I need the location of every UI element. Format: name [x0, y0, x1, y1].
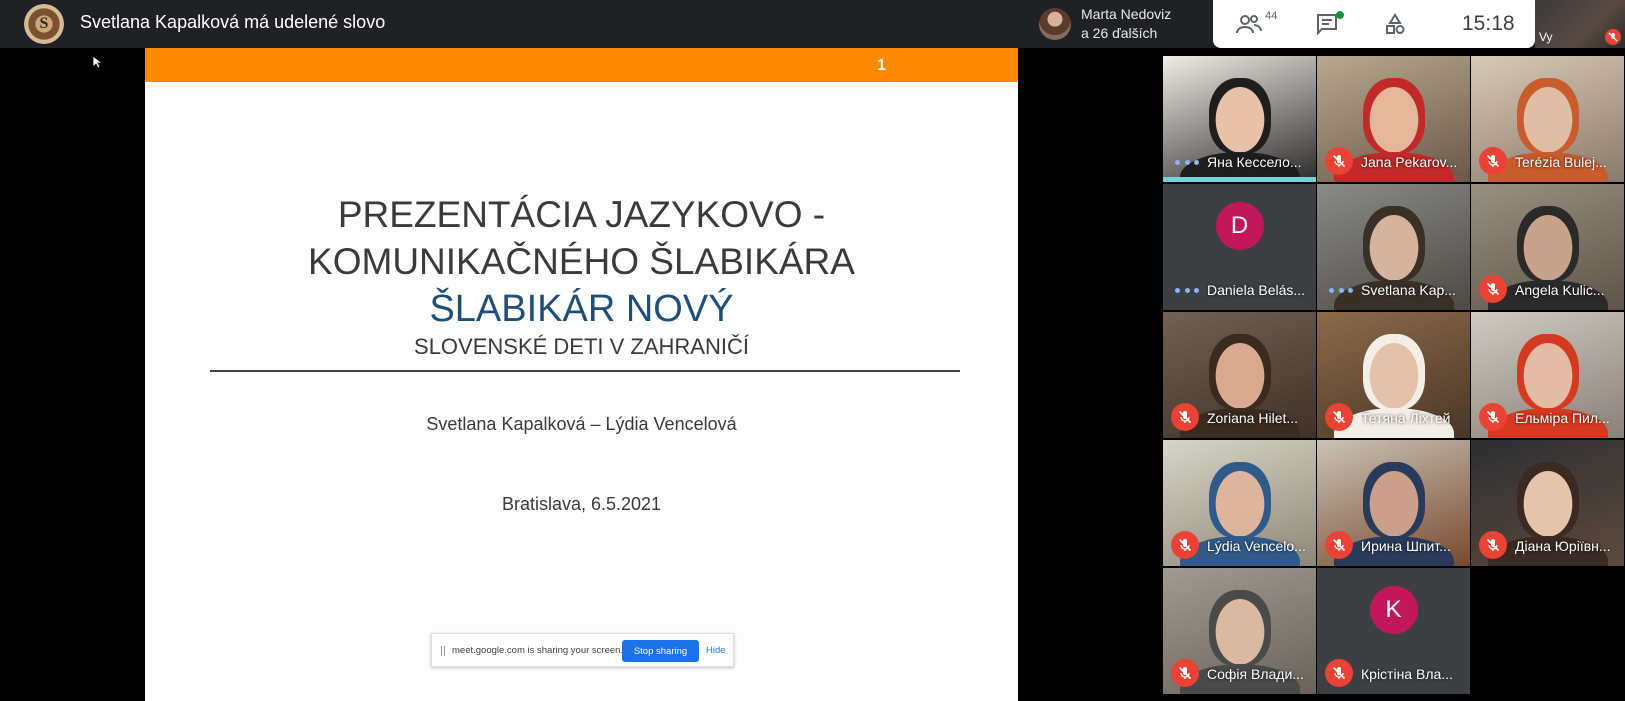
activities-button[interactable]: [1381, 12, 1409, 36]
mic-off-icon: [1479, 531, 1507, 559]
participants-grid: Яна Кессело... Jana Pekarov... Terézia Bul…: [1163, 56, 1625, 701]
mic-off-icon: [1171, 403, 1199, 431]
mic-off-icon: [1479, 147, 1507, 175]
screen-share-notification: meet.google.com is sharing your screen. …: [431, 633, 734, 667]
presenter-avatar: [1039, 8, 1071, 40]
participant-avatar: D: [1215, 202, 1264, 250]
participant-name: Lýdia Vencelo...: [1207, 538, 1306, 554]
participant-name: Ирина Шпит...: [1361, 538, 1451, 554]
participant-name: Svetlana Kap...: [1361, 282, 1456, 298]
slide-title-line-2: KOMUNIKAČNÉHO ŠLABIKÁRA: [308, 241, 855, 282]
drag-handle-icon[interactable]: [441, 646, 445, 656]
meeting-controls: 44 15:18: [1213, 0, 1535, 48]
chat-icon: [1317, 14, 1337, 35]
slide-header-bar: 1: [145, 48, 1018, 82]
audio-level-icon: [1175, 286, 1199, 294]
participant-video: [1516, 206, 1579, 282]
audio-level-icon: [1175, 158, 1199, 166]
clock: 15:18: [1462, 12, 1515, 35]
participant-tile[interactable]: Яна Кессело...: [1163, 56, 1316, 182]
participant-video: [1362, 462, 1425, 538]
presenter-name: Marta Nedoviz: [1081, 6, 1172, 22]
stop-sharing-button[interactable]: Stop sharing: [622, 640, 699, 662]
participant-video: [1208, 78, 1271, 154]
participant-name: Крістіна Вла...: [1361, 666, 1453, 682]
presenter-chip[interactable]: Marta Nedoviz a 26 ďalších: [1031, 4, 1211, 44]
participant-video: [1516, 334, 1579, 410]
participant-video: [1362, 206, 1425, 282]
slide-authors: Svetlana Kapalková – Lýdia Vencelová: [426, 414, 737, 434]
participant-video: [1516, 462, 1579, 538]
participant-tile[interactable]: D Daniela Belás...: [1163, 184, 1316, 310]
participant-name: Terézia Bulej...: [1515, 154, 1607, 170]
participant-video: [1362, 78, 1425, 154]
mic-off-icon: [1325, 403, 1353, 431]
slide-place-date: Bratislava, 6.5.2021: [501, 494, 662, 514]
participant-name: Jana Pekarov...: [1361, 154, 1458, 170]
mouse-cursor-icon: [92, 55, 102, 69]
participant-video: [1208, 590, 1271, 666]
participant-video: [1516, 78, 1579, 154]
mic-off-icon: [1325, 147, 1353, 175]
mic-off-icon: [1325, 659, 1353, 687]
mic-off-icon: [1171, 531, 1199, 559]
slide-page-number: 1: [877, 57, 886, 74]
shared-screen-slide: 1 PREZENTÁCIA JAZYKOVO - KOMUNIKAČNÉHO Š…: [145, 48, 1018, 701]
participant-tile[interactable]: Ирина Шпит...: [1317, 440, 1470, 566]
participant-tile[interactable]: Діана Юріївн...: [1471, 440, 1624, 566]
slide-title-line-1: PREZENTÁCIA JAZYKOVO -: [337, 194, 826, 235]
participant-tile[interactable]: Lýdia Vencelo...: [1163, 440, 1316, 566]
participant-tile[interactable]: Ельміра Пил...: [1471, 312, 1624, 438]
participant-name: Angela Kulic...: [1515, 282, 1605, 298]
mic-off-icon: [1479, 403, 1507, 431]
participant-avatar: K: [1369, 586, 1418, 634]
speaking-indicator: [1163, 177, 1316, 182]
participant-tile[interactable]: Terézia Bulej...: [1471, 56, 1624, 182]
hide-link[interactable]: Hide: [706, 645, 726, 656]
participant-video: [1208, 334, 1271, 410]
participant-tile[interactable]: Angela Kulic...: [1471, 184, 1624, 310]
mic-off-icon: [1171, 659, 1199, 687]
participant-tile[interactable]: Svetlana Kap...: [1317, 184, 1470, 310]
mic-off-icon: [1479, 275, 1507, 303]
shapes-icon: [1386, 13, 1405, 34]
people-icon: [1236, 15, 1262, 34]
participant-name: Діана Юріївн...: [1515, 538, 1611, 554]
participant-video: [1362, 334, 1425, 410]
participant-name: Яна Кессело...: [1207, 154, 1302, 170]
participant-tile[interactable]: Тетяна Ліхтей: [1317, 312, 1470, 438]
people-button[interactable]: [1235, 12, 1263, 36]
participant-video: [1208, 462, 1271, 538]
presenter-others-count: a 26 ďalších: [1081, 25, 1158, 41]
participant-name: Тетяна Ліхтей: [1361, 410, 1451, 426]
active-speaker-title: Svetlana Kapalková má udelené slovo: [80, 12, 386, 32]
share-message: meet.google.com is sharing your screen.: [452, 645, 624, 656]
mic-off-icon: [1605, 29, 1621, 45]
mic-off-icon: [1325, 531, 1353, 559]
self-view-label: Vy: [1539, 30, 1553, 44]
self-view-tile[interactable]: Vy: [1535, 0, 1625, 48]
audio-level-icon: [1329, 286, 1353, 294]
people-count-badge: 44: [1265, 10, 1278, 22]
participant-name: Софія Влади...: [1207, 666, 1304, 682]
participant-name: Zoriana Hilet...: [1207, 410, 1299, 426]
participant-name: Daniela Belás...: [1207, 282, 1306, 298]
top-bar: S Svetlana Kapalková má udelené slovo Ma…: [0, 0, 1625, 48]
chat-unread-dot: [1336, 11, 1344, 19]
logo-letter: S: [39, 15, 49, 32]
slide-divider: [210, 370, 960, 372]
slide-title-line-3: ŠLABIKÁR NOVÝ: [429, 288, 734, 330]
participant-tile[interactable]: Jana Pekarov...: [1317, 56, 1470, 182]
participant-tile[interactable]: Zoriana Hilet...: [1163, 312, 1316, 438]
slide-subtitle: SLOVENSKÉ DETI V ZAHRANIČÍ: [414, 334, 749, 359]
participant-tile[interactable]: Софія Влади...: [1163, 568, 1316, 694]
participant-tile[interactable]: K Крістіна Вла...: [1317, 568, 1470, 694]
participant-name: Ельміра Пил...: [1515, 410, 1610, 426]
meeting-logo: S: [24, 4, 64, 44]
